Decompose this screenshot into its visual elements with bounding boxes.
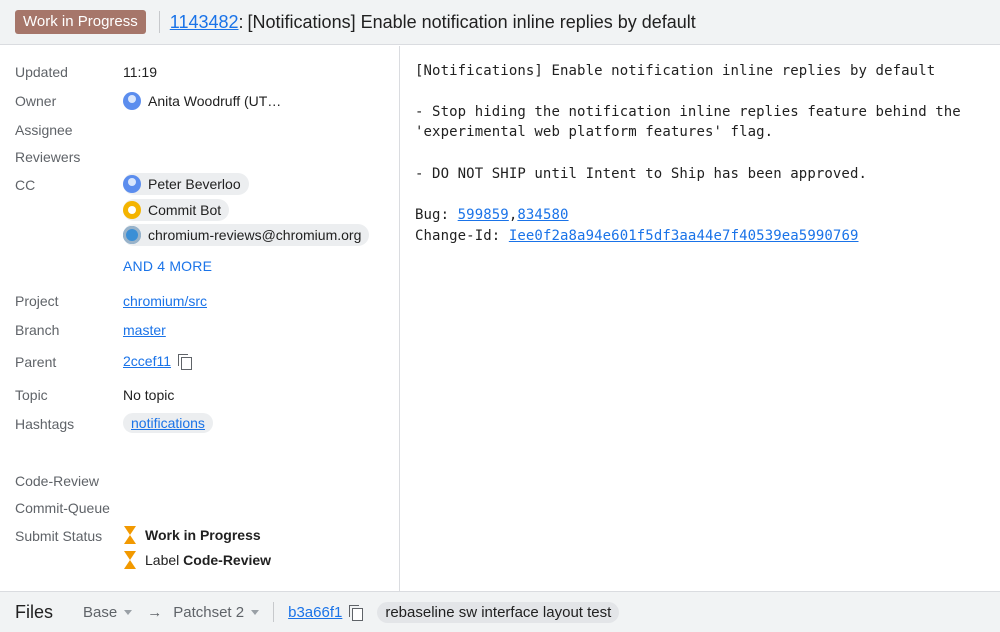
base-dropdown[interactable]: Base xyxy=(83,603,133,621)
cc-person-3[interactable]: chromium-reviews@chromium.org xyxy=(123,224,370,246)
bug-link-2[interactable]: 834580 xyxy=(517,207,568,223)
patchset-label: Patchset 2 xyxy=(173,603,245,621)
header-divider xyxy=(158,11,160,33)
updated-value: 11:19 xyxy=(123,64,157,80)
and-more-button[interactable]: AND 4 MORE xyxy=(123,258,212,274)
topic-label: Topic xyxy=(15,387,48,403)
cc-name: chromium-reviews@chromium.org xyxy=(148,227,362,243)
cc-person-2[interactable]: Commit Bot xyxy=(123,199,230,221)
commit-queue-label: Commit-Queue xyxy=(15,500,110,516)
bot-avatar-icon xyxy=(123,201,141,219)
owner-name: Anita Woodruff (UT… xyxy=(148,93,282,109)
topic-value: No topic xyxy=(123,387,175,403)
wip-status-chip: Work in Progress xyxy=(15,10,146,34)
branch-link[interactable]: master xyxy=(123,322,166,338)
cc-chip[interactable]: chromium-reviews@chromium.org xyxy=(123,224,370,246)
parent-label: Parent xyxy=(15,354,57,370)
owner-value[interactable]: Anita Woodruff (UT… xyxy=(123,90,281,112)
commit-message-title: [Notifications] Enable notification inli… xyxy=(415,63,936,79)
commit-message-line: - Stop hiding the notification inline re… xyxy=(415,104,961,120)
chevron-down-icon xyxy=(124,609,133,615)
change-id-prefix: Change-Id: xyxy=(415,228,509,244)
cc-name: Peter Beverloo xyxy=(148,176,241,192)
user-avatar-icon xyxy=(123,92,141,110)
commit-hash-link[interactable]: b3a66f1 xyxy=(288,604,342,621)
files-title: Files xyxy=(15,601,54,622)
change-id-link[interactable]: Iee0f2a8a94e601f5df3aa44e7f40539ea599076… xyxy=(509,228,859,244)
commit-subject-chip: rebaseline sw interface layout test xyxy=(377,601,620,623)
hourglass-icon xyxy=(123,551,137,569)
bug-prefix: Bug: xyxy=(415,207,458,223)
project-link[interactable]: chromium/src xyxy=(123,293,207,309)
parent-value: 2ccef11 xyxy=(123,353,192,370)
patchset-dropdown[interactable]: Patchset 2 xyxy=(173,603,260,621)
updated-label: Updated xyxy=(15,64,68,80)
footer-divider xyxy=(273,602,275,622)
cc-label: CC xyxy=(15,177,36,193)
hashtags-value: notifications xyxy=(123,413,213,433)
parent-commit-link[interactable]: 2ccef11 xyxy=(123,353,171,369)
bug-link-1[interactable]: 599859 xyxy=(458,207,509,223)
user-avatar-icon xyxy=(123,175,141,193)
cc-person-1[interactable]: Peter Beverloo xyxy=(123,173,249,195)
requirement-label-name: Code-Review xyxy=(183,552,272,568)
hashtag-link[interactable]: notifications xyxy=(131,415,205,431)
hashtag-chip[interactable]: notifications xyxy=(123,413,213,433)
code-review-label: Code-Review xyxy=(15,473,100,489)
files-bar: Files Base → Patchset 2 b3a66f1 rebaseli… xyxy=(0,591,1000,632)
change-number-link[interactable]: 1143482 xyxy=(170,12,239,33)
metadata-panel: Updated 11:19 Owner Anita Woodruff (UT… … xyxy=(0,46,400,591)
submit-status-wip: Work in Progress xyxy=(123,526,261,544)
submit-status-label: Submit Status xyxy=(15,528,103,544)
branch-label: Branch xyxy=(15,322,60,338)
submit-status-label-requirement: Label Code-Review xyxy=(123,551,271,569)
reviewers-label: Reviewers xyxy=(15,149,81,165)
copy-icon[interactable] xyxy=(178,353,192,370)
chrome-avatar-icon xyxy=(123,226,141,244)
hashtags-label: Hashtags xyxy=(15,416,75,432)
cc-name: Commit Bot xyxy=(148,202,222,218)
project-label: Project xyxy=(15,293,59,309)
copy-icon[interactable] xyxy=(349,604,364,621)
cc-chip[interactable]: Commit Bot xyxy=(123,199,230,221)
change-header: Work in Progress 1143482 : [Notification… xyxy=(0,0,1000,45)
requirement-prefix: Label xyxy=(145,552,180,568)
commit-message-line: - DO NOT SHIP until Intent to Ship has b… xyxy=(415,166,868,182)
cc-chip[interactable]: Peter Beverloo xyxy=(123,173,249,195)
change-id-line: Change-Id: Iee0f2a8a94e601f5df3aa44e7f40… xyxy=(415,228,859,244)
base-label: Base xyxy=(83,603,118,621)
owner-person[interactable]: Anita Woodruff (UT… xyxy=(123,90,281,112)
owner-label: Owner xyxy=(15,93,57,109)
commit-message-panel: [Notifications] Enable notification inli… xyxy=(400,46,1000,591)
submit-status-wip-text: Work in Progress xyxy=(145,527,261,543)
assignee-label: Assignee xyxy=(15,122,73,138)
arrow-right-icon: → xyxy=(147,603,163,621)
bug-line: Bug: 599859,834580 xyxy=(415,207,569,223)
hourglass-icon xyxy=(123,526,137,544)
chevron-down-icon xyxy=(251,609,260,615)
change-colon: : xyxy=(238,11,244,32)
commit-message-line: 'experimental web platform features' fla… xyxy=(415,124,774,140)
change-subject: [Notifications] Enable notification inli… xyxy=(247,11,696,32)
